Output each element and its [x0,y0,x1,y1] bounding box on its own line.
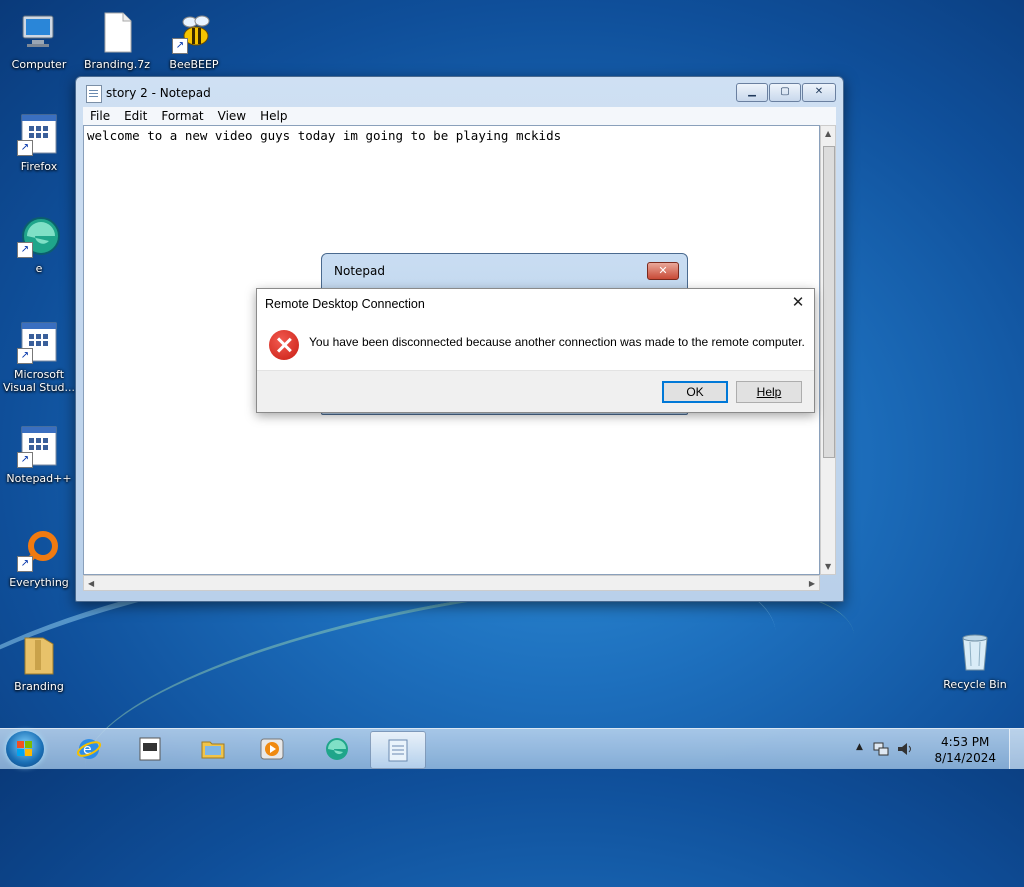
clock[interactable]: 4:53 PM 8/14/2024 [934,734,996,766]
desktop-icon-visual-studio[interactable]: ↗ Microsoft Visual Stud... [1,320,77,394]
desktop-icon-branding-7z[interactable]: Branding.7z [79,10,155,71]
search-magnifier-icon: ↗ [17,528,61,572]
desktop-icon-label: Branding.7z [83,58,151,71]
menu-format[interactable]: Format [154,108,210,124]
help-button-label: Help [756,385,782,399]
notepad-titlebar[interactable]: story 2 - Notepad ▁ ▢ ✕ [76,77,843,107]
help-button[interactable]: Help [736,381,802,403]
desktop-icon-computer[interactable]: Computer [1,10,77,71]
desktop-icon-label: e [35,262,43,275]
network-icon[interactable] [872,740,890,758]
menu-view[interactable]: View [211,108,253,124]
minimize-button[interactable]: ▁ [736,83,768,102]
folder-icon [17,632,61,676]
taskbar-app[interactable] [123,731,177,767]
desktop-icon-label: Notepad++ [6,472,72,485]
shortcut-arrow-icon: ↗ [17,140,33,156]
close-button[interactable]: ✕ [802,83,836,102]
dialog-title: Notepad [334,264,385,278]
menu-edit[interactable]: Edit [117,108,154,124]
menu-bar: File Edit Format View Help [83,107,836,125]
vertical-scrollbar[interactable]: ▲ ▼ [820,125,836,575]
close-icon: ✕ [814,86,824,97]
desktop-icon-label: Everything [9,576,69,589]
horizontal-scrollbar[interactable]: ◀ ▶ [83,575,820,591]
notepad-icon [388,739,408,762]
show-desktop-button[interactable] [1009,729,1024,769]
notepad-icon [86,85,102,103]
computer-icon [17,10,61,54]
recycle-bin-icon [953,630,997,674]
minimize-icon: ▁ [748,86,756,97]
app-icon [139,737,161,761]
edge-icon [326,738,348,760]
desktop-icon-label: Recycle Bin [943,678,1007,691]
desktop-icon-label: Microsoft Visual Stud... [2,368,76,394]
menu-help[interactable]: Help [253,108,294,124]
taskbar-internet-explorer[interactable]: e [62,731,116,767]
show-hidden-icons-icon[interactable]: ▲ [856,742,863,752]
desktop-icon-label: Branding [14,680,64,693]
desktop-icon-branding-folder[interactable]: Branding [1,632,77,693]
desktop-icon-firefox[interactable]: ↗ Firefox [1,112,77,173]
taskbar-media-player[interactable] [245,731,299,767]
desktop-icon-beebeep[interactable]: ↗ BeeBEEP [156,10,232,71]
taskbar-edge[interactable] [310,731,364,767]
clock-date: 8/14/2024 [934,751,996,765]
desktop-icon-e[interactable]: ↗ e [1,214,77,275]
desktop-icon-label: Computer [11,58,67,71]
dialog-close-button[interactable]: ✕ [790,294,806,310]
bee-icon: ↗ [172,10,216,54]
window-title: story 2 - Notepad [106,86,211,100]
scrollbar-thumb[interactable] [823,146,835,458]
internet-explorer-icon: e [76,739,102,759]
menu-file[interactable]: File [83,108,117,124]
shortcut-arrow-icon: ↗ [17,556,33,572]
taskbar: e ▲ 4:53 PM 8/14/2024 [0,728,1024,769]
remote-desktop-dialog[interactable]: Remote Desktop Connection ✕ You have bee… [256,288,815,413]
desktop-icon-label: Firefox [20,160,58,173]
taskbar-file-explorer[interactable] [186,731,240,767]
desktop-icon-notepad-plus-plus[interactable]: ↗ Notepad++ [1,424,77,485]
desktop-icon-everything[interactable]: ↗ Everything [1,528,77,589]
scroll-down-icon[interactable]: ▼ [825,562,831,571]
shortcut-arrow-icon: ↗ [17,348,33,364]
application-icon: ↗ [17,112,61,156]
clock-time: 4:53 PM [941,735,990,749]
start-button[interactable] [6,731,44,767]
error-icon [269,330,299,360]
desktop-icon-label: BeeBEEP [169,58,219,71]
file-explorer-icon [201,741,225,759]
taskbar-notepad[interactable] [370,731,426,769]
maximize-button[interactable]: ▢ [769,83,801,102]
dialog-footer: OK Help [257,370,814,412]
close-icon: ✕ [791,293,805,311]
system-tray: ▲ 4:53 PM 8/14/2024 [854,729,1024,769]
dialog-title: Remote Desktop Connection [265,297,425,311]
scroll-left-icon[interactable]: ◀ [88,579,94,588]
shortcut-arrow-icon: ↗ [172,38,188,54]
windows-logo-icon [17,741,32,756]
edge-icon: ↗ [17,214,61,258]
media-player-icon [260,738,284,760]
application-icon: ↗ [17,320,61,364]
dialog-close-button[interactable]: ✕ [647,262,679,280]
scroll-up-icon[interactable]: ▲ [825,129,831,138]
volume-icon[interactable] [896,740,914,758]
scroll-right-icon[interactable]: ▶ [809,579,815,588]
desktop-icon-recycle-bin[interactable]: Recycle Bin [937,630,1013,691]
file-icon [95,10,139,54]
dialog-message: You have been disconnected because anoth… [309,335,805,349]
ok-button[interactable]: OK [662,381,728,403]
application-icon: ↗ [17,424,61,468]
close-icon: ✕ [658,264,668,277]
maximize-icon: ▢ [780,86,790,97]
shortcut-arrow-icon: ↗ [17,452,33,468]
shortcut-arrow-icon: ↗ [17,242,33,258]
